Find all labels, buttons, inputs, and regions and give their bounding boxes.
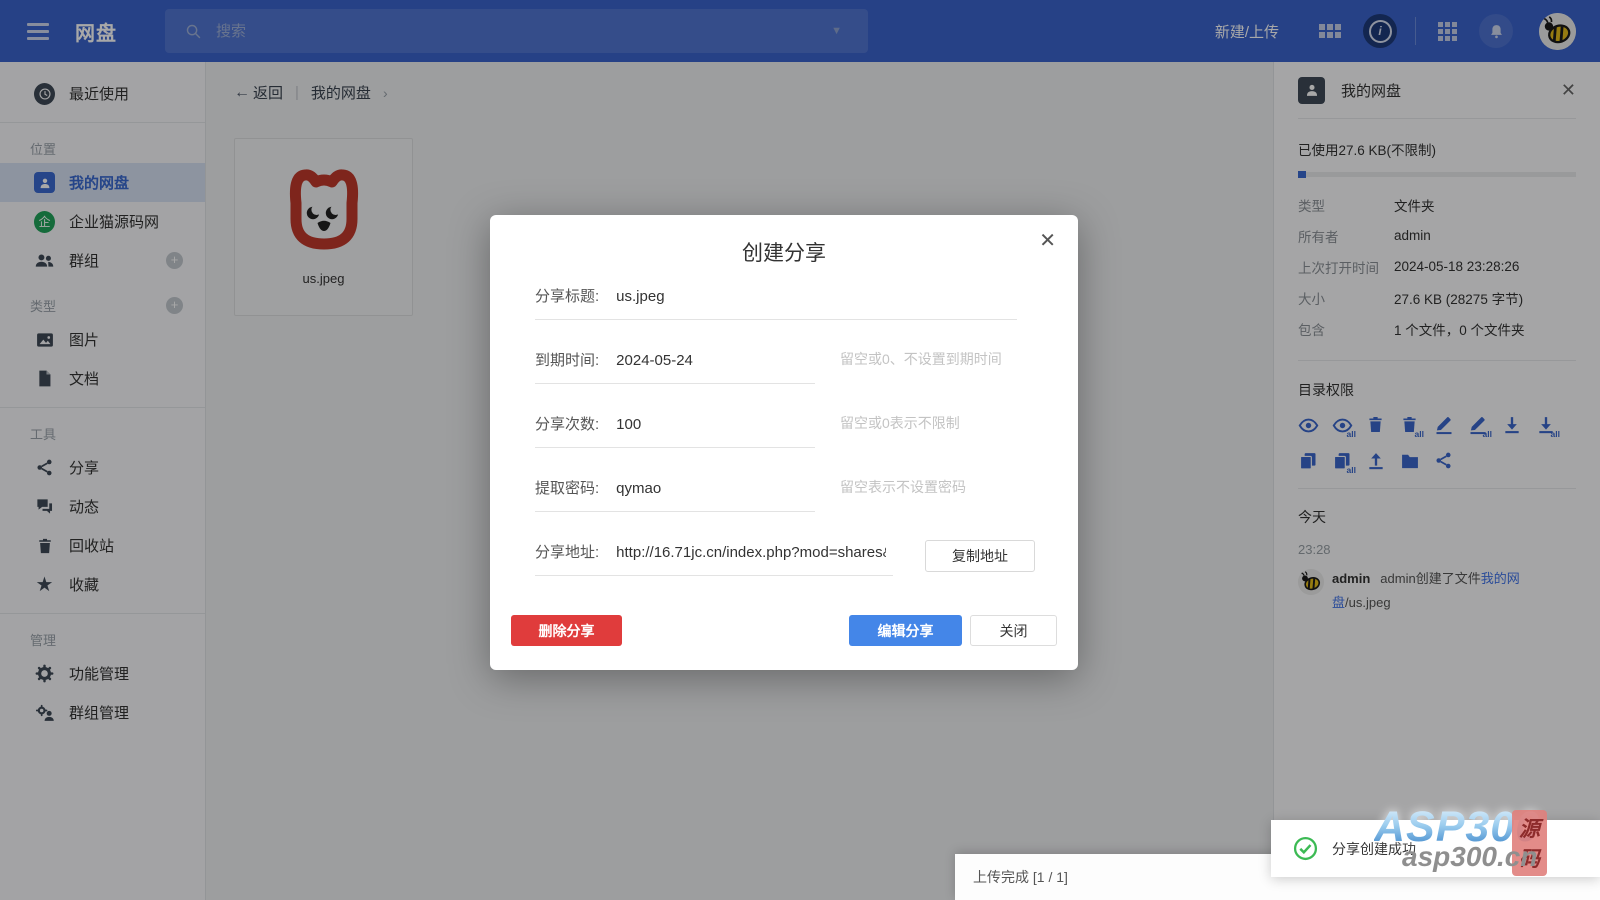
expire-label: 到期时间:: [535, 349, 599, 370]
upload-complete-text: 上传完成 [1 / 1]: [973, 869, 1068, 885]
delete-share-button[interactable]: 删除分享: [511, 615, 622, 646]
dialog-close-icon[interactable]: ✕: [1039, 228, 1056, 253]
password-label: 提取密码:: [535, 477, 599, 498]
count-input[interactable]: 100: [616, 416, 641, 433]
share-url-label: 分享地址:: [535, 541, 599, 562]
count-row: 分享次数: 100: [535, 413, 815, 448]
expire-input[interactable]: 2024-05-24: [616, 352, 693, 369]
dialog-footer: 删除分享 编辑分享 关闭: [511, 615, 1057, 646]
expire-row: 到期时间: 2024-05-24: [535, 349, 815, 384]
app-root: 网盘 ▼ 新建/上传 i 最近使用 位置 我的网盘 企 企业猫源码网: [0, 0, 1600, 900]
create-share-dialog: 创建分享 ✕ 分享标题: us.jpeg 到期时间: 2024-05-24 留空…: [490, 215, 1078, 670]
count-label: 分享次数:: [535, 413, 599, 434]
edit-share-button[interactable]: 编辑分享: [849, 615, 962, 646]
success-check-icon: [1293, 836, 1318, 861]
share-title-label: 分享标题:: [535, 285, 599, 306]
copy-url-button[interactable]: 复制地址: [925, 540, 1035, 572]
password-hint: 留空表示不设置密码: [840, 477, 966, 497]
share-url-input[interactable]: http://16.71jc.cn/index.php?mod=shares&s…: [616, 544, 886, 561]
close-dialog-button[interactable]: 关闭: [970, 615, 1057, 646]
count-hint: 留空或0表示不限制: [840, 413, 960, 433]
password-row: 提取密码: qymao: [535, 477, 815, 512]
dialog-title: 创建分享: [490, 237, 1078, 267]
password-input[interactable]: qymao: [616, 480, 661, 497]
share-url-row: 分享地址: http://16.71jc.cn/index.php?mod=sh…: [535, 541, 893, 576]
share-title-row: 分享标题: us.jpeg: [535, 285, 1017, 320]
share-title-input[interactable]: us.jpeg: [616, 288, 664, 305]
success-toast-text: 分享创建成功: [1332, 839, 1416, 859]
expire-hint: 留空或0、不设置到期时间: [840, 349, 1002, 369]
success-toast: 分享创建成功: [1271, 820, 1600, 877]
